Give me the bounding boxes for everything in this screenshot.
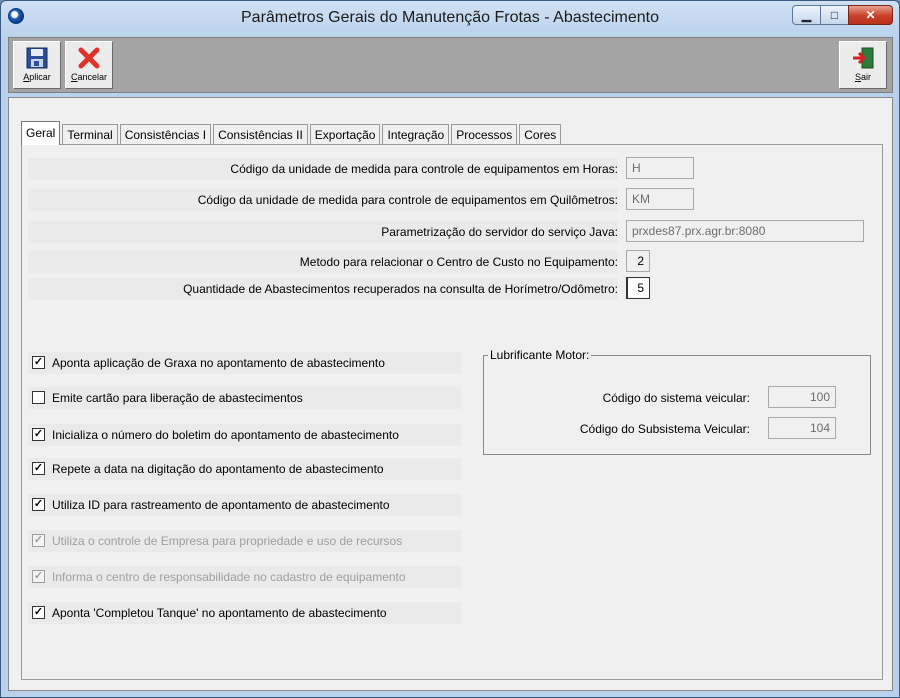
checkbox-row[interactable]: ✓ Repete a data na digitação do apontame… — [28, 458, 461, 480]
param-row-java: Parametrização do servidor do serviço Ja… — [28, 221, 618, 243]
main-window: Parâmetros Gerais do Manutenção Frotas -… — [0, 0, 900, 698]
refuel-count-label: Quantidade de Abastecimentos recuperados… — [183, 282, 618, 296]
tab-processos[interactable]: Processos — [451, 124, 518, 145]
checkbox-row[interactable]: ✓ Aponta aplicação de Graxa no apontamen… — [28, 352, 461, 374]
checkbox-icon[interactable]: ✓ — [32, 428, 45, 441]
minimize-button[interactable]: ▁ — [792, 5, 821, 25]
exit-label: Sair — [854, 72, 872, 82]
checkbox-label: Aponta aplicação de Graxa no apontamento… — [52, 356, 385, 370]
param-row-cost-center: Metodo para relacionar o Centro de Custo… — [28, 251, 618, 273]
toolbar: Aplicar Cancelar Sair — [8, 37, 893, 93]
checkbox-icon[interactable]: ✓ — [32, 462, 45, 475]
checkbox-row[interactable]: ✓ Inicializa o número do boletim do apon… — [28, 424, 461, 446]
checkbox-icon[interactable]: ✓ — [32, 606, 45, 619]
tab-bar: Geral Terminal Consistências I Consistên… — [21, 121, 563, 145]
km-unit-field[interactable]: KM — [626, 188, 694, 210]
java-server-field[interactable]: prxdes87.prx.agr.br:8080 — [626, 220, 864, 242]
tab-terminal[interactable]: Terminal — [62, 124, 118, 145]
km-unit-label: Código da unidade de medida para control… — [197, 193, 618, 207]
vehicle-system-label: Código do sistema veicular: — [602, 391, 750, 405]
vehicle-system-field[interactable]: 100 — [768, 386, 836, 408]
hours-unit-label: Código da unidade de medida para control… — [230, 162, 618, 176]
tab-exportacao[interactable]: Exportação — [309, 124, 381, 145]
checkbox-icon[interactable]: ✓ — [32, 356, 45, 369]
minimize-icon: ▁ — [801, 8, 812, 22]
checkbox-icon: ✓ — [32, 534, 45, 547]
hours-unit-field[interactable]: H — [626, 157, 694, 179]
cost-center-method-label: Metodo para relacionar o Centro de Custo… — [299, 255, 618, 269]
tab-integracao[interactable]: Integração — [382, 124, 450, 145]
checkbox-label: Informa o centro de responsabilidade no … — [52, 570, 406, 584]
cost-center-method-field[interactable]: 2 — [626, 250, 650, 272]
checkbox-row[interactable]: Emite cartão para liberação de abastecim… — [28, 387, 461, 409]
cancel-x-icon — [78, 47, 100, 69]
lubricant-title: Lubrificante Motor: — [488, 348, 592, 362]
save-icon — [26, 47, 48, 69]
tab-content-geral: Código da unidade de medida para control… — [21, 144, 883, 680]
exit-door-icon — [853, 47, 874, 69]
close-button[interactable]: ✕ — [848, 5, 893, 25]
checkbox-label: Utiliza ID para rastreamento de apontame… — [52, 498, 390, 512]
exit-button[interactable]: Sair — [839, 41, 887, 89]
checkbox-row-disabled: ✓ Utiliza o controle de Empresa para pro… — [28, 530, 461, 552]
title-bar[interactable]: Parâmetros Gerais do Manutenção Frotas -… — [1, 1, 899, 37]
checkbox-icon[interactable] — [32, 391, 45, 404]
vehicle-subsystem-label: Código do Subsistema Veicular: — [579, 422, 750, 436]
window-title: Parâmetros Gerais do Manutenção Frotas -… — [241, 9, 659, 26]
checkbox-label: Emite cartão para liberação de abastecim… — [52, 391, 303, 405]
checkbox-label: Aponta 'Completou Tanque' no apontamento… — [52, 606, 387, 620]
checkbox-label: Repete a data na digitação do apontament… — [52, 462, 384, 476]
checkbox-icon[interactable]: ✓ — [32, 498, 45, 511]
maximize-button[interactable]: □ — [820, 5, 849, 25]
main-panel: Geral Terminal Consistências I Consistên… — [8, 97, 893, 691]
tab-geral[interactable]: Geral — [21, 121, 61, 145]
cancel-button[interactable]: Cancelar — [65, 41, 113, 89]
checkbox-label: Utiliza o controle de Empresa para propr… — [52, 534, 403, 548]
param-row-hours: Código da unidade de medida para control… — [28, 158, 618, 180]
close-icon: ✕ — [865, 8, 876, 22]
tab-consistencias-i[interactable]: Consistências I — [119, 124, 212, 145]
window-controls: ▁ □ ✕ — [792, 5, 893, 25]
checkbox-row-disabled: ✓ Informa o centro de responsabilidade n… — [28, 566, 461, 588]
checkbox-icon: ✓ — [32, 570, 45, 583]
vehicle-subsystem-field[interactable]: 104 — [768, 417, 836, 439]
maximize-icon: □ — [830, 8, 839, 22]
apply-button[interactable]: Aplicar — [13, 41, 61, 89]
apply-label: Aplicar — [23, 72, 51, 82]
lubricant-groupbox: Lubrificante Motor: Código do sistema ve… — [483, 348, 871, 455]
cancel-label: Cancelar — [70, 72, 108, 82]
param-row-refuel-count: Quantidade de Abastecimentos recuperados… — [28, 278, 618, 300]
checkbox-label: Inicializa o número do boletim do aponta… — [52, 428, 399, 442]
checkbox-row[interactable]: ✓ Aponta 'Completou Tanque' no apontamen… — [28, 602, 461, 624]
refuel-count-field[interactable]: 5 — [626, 277, 650, 299]
checkbox-row[interactable]: ✓ Utiliza ID para rastreamento de aponta… — [28, 494, 461, 516]
java-server-label: Parametrização do servidor do serviço Ja… — [381, 225, 618, 239]
param-row-km: Código da unidade de medida para control… — [28, 189, 618, 211]
tab-cores[interactable]: Cores — [519, 124, 562, 145]
tab-consistencias-ii[interactable]: Consistências II — [213, 124, 308, 145]
